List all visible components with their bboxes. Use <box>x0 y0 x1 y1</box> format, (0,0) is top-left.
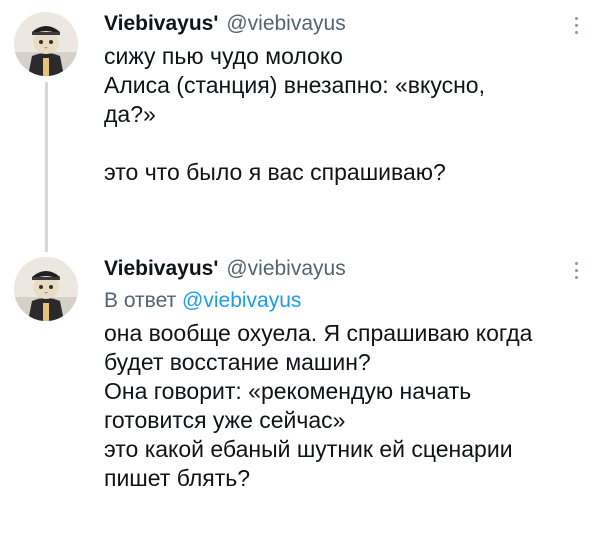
user-handle[interactable]: @viebivayus <box>226 12 345 35</box>
tweet-header: Viebivayus' @viebivayus <box>104 255 564 283</box>
tweet-text-line: будет восстание машин? <box>104 349 371 375</box>
reply-mention-link[interactable]: @viebivayus <box>182 289 301 312</box>
tweet-text-line: готовится уже сейчас» <box>104 407 346 433</box>
user-handle[interactable]: @viebivayus <box>226 257 345 280</box>
tweet-text-line: да?» <box>104 101 156 127</box>
tweet-text-line: Алиса (станция) внезапно: «вкусно, <box>104 72 485 98</box>
tweet-text: сижу пью чудо молоко Алиса (станция) вне… <box>104 42 564 187</box>
reply-context: В ответ @viebivayus <box>104 287 564 315</box>
reply-prefix: В ответ <box>104 289 177 312</box>
tweet-text: она вообще охуела. Я спрашиваю когда буд… <box>104 319 564 493</box>
thread-line <box>45 82 48 252</box>
tweet-content: Viebivayus' @viebivayus сижу пью чудо мол… <box>104 10 564 187</box>
tweet-text-line: это что было я вас спрашиваю? <box>104 159 446 185</box>
tweet-text-line: Она говорит: «рекомендую начать <box>104 378 472 404</box>
more-options-icon[interactable] <box>566 255 586 285</box>
tweet-text-line: это какой ебаный шутник ей сценарии <box>104 436 513 462</box>
tweet-text-line: она вообще охуела. Я спрашиваю когда <box>104 320 533 346</box>
cat-avatar-icon[interactable] <box>14 12 78 76</box>
tweet[interactable]: Viebivayus' @viebivayus сижу пью чудо мол… <box>0 0 604 252</box>
tweet-text-line: пишет блять? <box>104 465 251 491</box>
tweet-text-line: сижу пью чудо молоко <box>104 43 343 69</box>
tweet-content: Viebivayus' @viebivayus В ответ @viebivay… <box>104 255 564 493</box>
tweet[interactable]: Viebivayus' @viebivayus В ответ @viebivay… <box>0 245 604 541</box>
display-name[interactable]: Viebivayus' <box>104 257 218 280</box>
cat-avatar-icon[interactable] <box>14 257 78 321</box>
tweet-header: Viebivayus' @viebivayus <box>104 10 564 38</box>
more-options-icon[interactable] <box>566 10 586 40</box>
display-name[interactable]: Viebivayus' <box>104 12 218 35</box>
